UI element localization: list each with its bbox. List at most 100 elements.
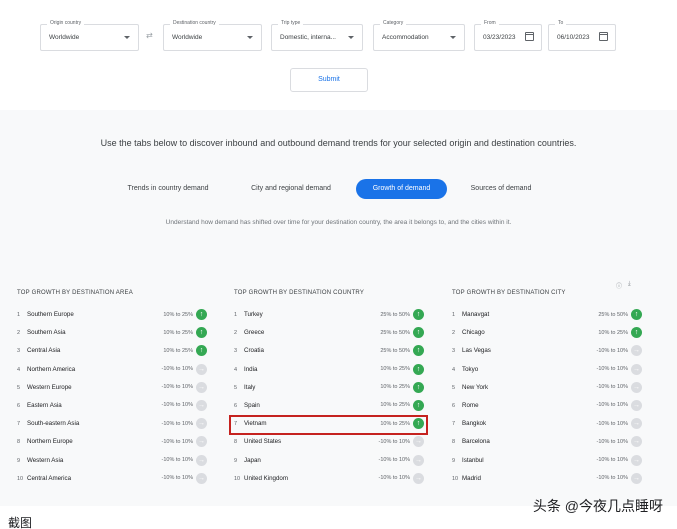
- to-date-label: To: [555, 19, 567, 27]
- to-date-field[interactable]: To 06/10/2023: [548, 19, 616, 51]
- growth-range: -10% to 10%: [596, 366, 629, 373]
- growth-range: 10% to 25%: [380, 384, 410, 391]
- item-name: Bangkok: [462, 420, 487, 428]
- list-item[interactable]: 8 Barcelona -10% to 10% →: [452, 436, 642, 454]
- trip-type-select[interactable]: Trip type Domestic, interna...: [271, 19, 363, 51]
- list-item[interactable]: 8 United States -10% to 10% →: [234, 436, 424, 454]
- list-item[interactable]: 3 Central Asia 10% to 25% ↑: [17, 345, 207, 363]
- growth-range: 25% to 50%: [598, 311, 628, 318]
- calendar-icon[interactable]: [599, 32, 608, 41]
- rank-number: 4: [452, 366, 456, 373]
- item-name: New York: [462, 383, 489, 391]
- list-item[interactable]: 2 Chicago 10% to 25% ↑: [452, 327, 642, 345]
- list-item[interactable]: 7 South-eastern Asia -10% to 10% →: [17, 418, 207, 436]
- growth-range: 10% to 25%: [163, 311, 193, 318]
- rank-number: 10: [452, 475, 459, 482]
- chevron-down-icon: [450, 36, 456, 39]
- trip-type-label: Trip type: [278, 19, 304, 27]
- list-item[interactable]: 7 Bangkok -10% to 10% →: [452, 418, 642, 436]
- list-item[interactable]: 4 Tokyo -10% to 10% →: [452, 363, 642, 382]
- list-item[interactable]: 3 Croatia 25% to 50% ↑: [234, 345, 424, 363]
- item-name: Barcelona: [462, 438, 490, 446]
- destination-country-value: Worldwide: [172, 34, 203, 41]
- list-item[interactable]: 5 New York -10% to 10% →: [452, 381, 642, 400]
- arrow-up-icon: ↑: [413, 327, 424, 339]
- list-item[interactable]: 8 Northern Europe -10% to 10% →: [17, 436, 207, 454]
- rank-number: 5: [234, 384, 238, 391]
- tab-growth-of-demand[interactable]: Growth of demand: [356, 179, 447, 199]
- growth-range: 10% to 25%: [598, 329, 628, 336]
- item-name: Japan: [244, 456, 261, 464]
- growth-range: 10% to 25%: [380, 366, 410, 373]
- arrow-up-icon: ↑: [196, 327, 207, 339]
- item-name: Greece: [244, 329, 265, 337]
- list-item[interactable]: 1 Turkey 25% to 50% ↑: [234, 309, 424, 327]
- arrow-up-icon: ↑: [413, 363, 424, 375]
- arrow-up-icon: ↑: [631, 327, 642, 339]
- arrow-flat-icon: →: [413, 436, 424, 448]
- arrow-flat-icon: →: [196, 454, 207, 466]
- growth-range: -10% to 10%: [161, 475, 194, 482]
- rank-number: 3: [234, 348, 238, 355]
- rank-number: 9: [234, 457, 238, 464]
- calendar-icon[interactable]: [525, 32, 534, 41]
- growth-range: -10% to 10%: [161, 420, 194, 427]
- list-item[interactable]: 5 Italy 10% to 25% ↑: [234, 381, 424, 400]
- origin-country-label: Origin country: [47, 19, 85, 27]
- growth-range: -10% to 10%: [161, 402, 194, 409]
- category-value: Accommodation: [382, 34, 429, 41]
- arrow-up-icon: ↑: [196, 345, 207, 357]
- arrow-up-icon: ↑: [196, 309, 207, 320]
- tab-bar: Trends in country demand City and region…: [0, 179, 677, 199]
- arrow-up-icon: ↑: [413, 345, 424, 357]
- list-item[interactable]: 5 Western Europe -10% to 10% →: [17, 381, 207, 400]
- list-item[interactable]: 2 Southern Asia 10% to 25% ↑: [17, 327, 207, 345]
- list-item[interactable]: 4 India 10% to 25% ↑: [234, 363, 424, 382]
- list-item[interactable]: 4 Northern America -10% to 10% →: [17, 363, 207, 382]
- destination-area-title: TOP GROWTH BY DESTINATION AREA: [17, 290, 133, 296]
- from-date-field[interactable]: From 03/23/2023: [474, 19, 542, 51]
- item-name: Italy: [244, 383, 256, 391]
- arrow-flat-icon: →: [196, 399, 207, 411]
- tab-city-and-regional-demand[interactable]: City and regional demand: [235, 179, 347, 199]
- list-item[interactable]: 1 Southern Europe 10% to 25% ↑: [17, 309, 207, 327]
- tab-sources-of-demand[interactable]: Sources of demand: [458, 179, 544, 199]
- list-item[interactable]: 10 Central America -10% to 10% →: [17, 472, 207, 491]
- arrow-flat-icon: →: [413, 454, 424, 466]
- arrow-flat-icon: →: [631, 345, 642, 357]
- from-date-label: From: [481, 19, 499, 27]
- item-name: Central America: [27, 474, 72, 482]
- section-headline: Use the tabs below to discover inbound a…: [100, 138, 577, 148]
- list-item[interactable]: 9 Western Asia -10% to 10% →: [17, 454, 207, 473]
- growth-range: 25% to 50%: [380, 347, 410, 354]
- destination-area-list: TOP GROWTH BY DESTINATION AREA 1 Southern…: [17, 290, 207, 491]
- origin-country-select[interactable]: Origin country Worldwide: [40, 19, 139, 51]
- list-item[interactable]: 10 United Kingdom -10% to 10% →: [234, 472, 424, 491]
- list-item[interactable]: 2 Greece 25% to 50% ↑: [234, 327, 424, 345]
- list-item[interactable]: 9 Istanbul -10% to 10% →: [452, 454, 642, 473]
- arrow-flat-icon: →: [631, 381, 642, 393]
- list-item[interactable]: 9 Japan -10% to 10% →: [234, 454, 424, 473]
- list-item[interactable]: 1 Manavgat 25% to 50% ↑: [452, 309, 642, 327]
- destination-country-select[interactable]: Destination country Worldwide: [163, 19, 262, 51]
- submit-button[interactable]: Submit: [290, 68, 368, 92]
- swap-icon[interactable]: ⇄: [146, 31, 153, 40]
- category-select[interactable]: Category Accommodation: [373, 19, 465, 51]
- list-item[interactable]: 3 Las Vegas -10% to 10% →: [452, 345, 642, 363]
- list-item[interactable]: 6 Rome -10% to 10% →: [452, 399, 642, 418]
- item-name: Spain: [244, 401, 260, 409]
- arrow-flat-icon: →: [196, 381, 207, 393]
- growth-range: -10% to 10%: [596, 420, 629, 427]
- tab-trends-in-country-demand[interactable]: Trends in country demand: [113, 179, 223, 199]
- destination-country-label: Destination country: [170, 19, 219, 27]
- item-name: India: [244, 365, 258, 373]
- info-icon[interactable]: ⓘ: [616, 281, 622, 290]
- tab-description: Understand how demand has shifted over t…: [165, 219, 512, 226]
- growth-range: -10% to 10%: [596, 475, 629, 482]
- list-item[interactable]: 10 Madrid -10% to 10% →: [452, 472, 642, 491]
- download-icon[interactable]: ⤓: [628, 281, 631, 288]
- arrow-flat-icon: →: [196, 436, 207, 448]
- list-item[interactable]: 6 Eastern Asia -10% to 10% →: [17, 399, 207, 418]
- rank-number: 9: [17, 457, 21, 464]
- rank-number: 2: [234, 330, 238, 337]
